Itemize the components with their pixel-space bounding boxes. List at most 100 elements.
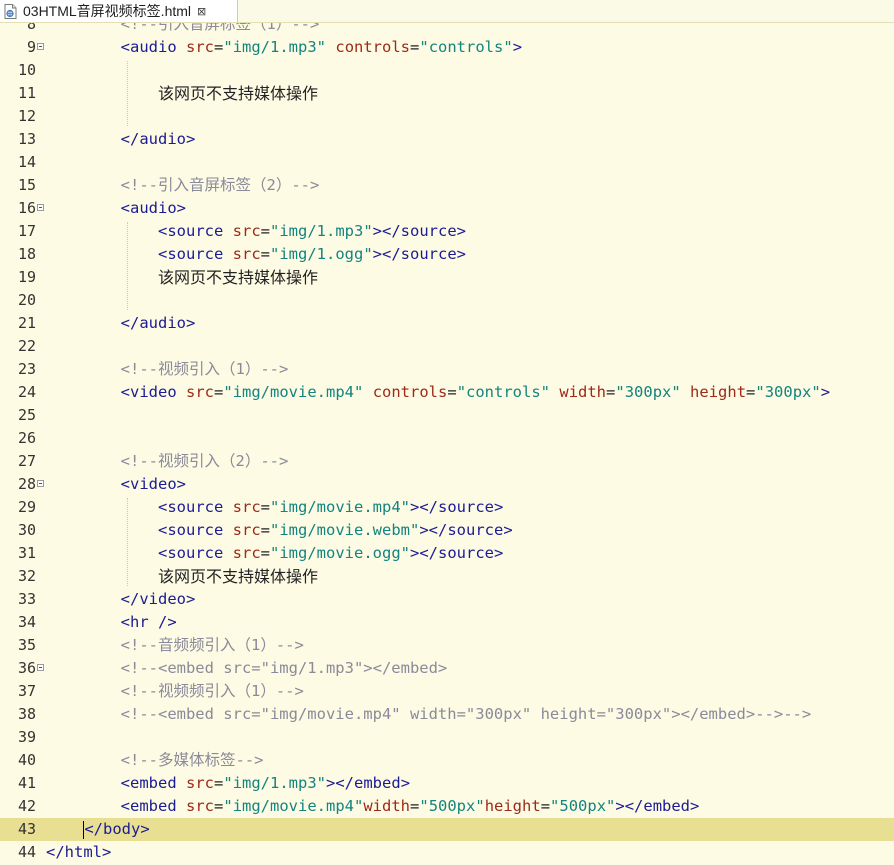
tab-title: 03HTML音屏视频标签.html	[23, 3, 192, 19]
code-line[interactable]: 23 <!--视频引入（1）-->	[0, 358, 894, 381]
line-number: 20	[17, 291, 36, 309]
line-number: 32	[17, 567, 36, 585]
code-line[interactable]: 13 </audio>	[0, 128, 894, 151]
close-icon[interactable]: ⊠	[197, 5, 206, 18]
code-line[interactable]: 36 <!--<embed src="img/1.mp3"></embed>	[0, 657, 894, 680]
code-token: =	[410, 797, 420, 815]
code-line[interactable]: 44 </html>	[0, 841, 894, 864]
code-token: </	[120, 314, 140, 332]
code-token: >	[176, 199, 187, 217]
code-line[interactable]: 25	[0, 404, 894, 427]
code-token: source	[167, 521, 224, 539]
fold-collapse-icon[interactable]	[37, 664, 44, 671]
html-file-icon	[4, 3, 17, 19]
code-line[interactable]: 15 <!--引入音屏标签（2）-->	[0, 174, 894, 197]
code-line[interactable]: 29 <source src="img/movie.mp4"></source>	[0, 496, 894, 519]
code-line[interactable]: 28 <video>	[0, 473, 894, 496]
code-token: <!--视频频引入（1）-->	[120, 682, 304, 700]
code-line[interactable]: 27 <!--视频引入（2）-->	[0, 450, 894, 473]
code-token: "img/movie.ogg"	[270, 544, 410, 562]
tab-03html-file[interactable]: 03HTML音屏视频标签.html ⊠	[0, 0, 238, 22]
code-token: source	[438, 544, 494, 562]
code-token: ></	[615, 797, 644, 815]
code-token: embed	[354, 774, 401, 792]
code-line[interactable]: 9 <audio src="img/1.mp3" controls="contr…	[0, 36, 894, 59]
code-token: <!--视频引入（2）-->	[120, 452, 289, 470]
code-lines[interactable]: 8 <!--引入音屏标签（1）--> 9 <audio src="img/1.mp…	[0, 13, 894, 864]
code-line[interactable]: 18 <source src="img/1.ogg"></source>	[0, 243, 894, 266]
code-token: ></	[326, 774, 355, 792]
code-line[interactable]: 35 <!--音频频引入（1）-->	[0, 634, 894, 657]
code-line[interactable]: 22	[0, 335, 894, 358]
code-text: 该网页不支持媒体操作	[46, 266, 318, 290]
code-token: "img/1.mp3"	[223, 774, 327, 792]
code-token: embed	[643, 797, 691, 815]
code-line[interactable]: 21 </audio>	[0, 312, 894, 335]
code-line[interactable]: 31 <source src="img/movie.ogg"></source>	[0, 542, 894, 565]
code-line[interactable]: 16 <audio>	[0, 197, 894, 220]
code-token: audio	[130, 199, 177, 217]
code-line[interactable]: 10	[0, 59, 894, 82]
code-token: =	[606, 383, 616, 401]
code-text: <!--音频频引入（1）-->	[46, 634, 304, 657]
code-token: =	[214, 774, 224, 792]
code-text: <embed src="img/1.mp3"></embed>	[46, 772, 410, 795]
code-token: <!--<embed src="img/1.mp3"></embed>	[120, 659, 448, 677]
code-line[interactable]: 14	[0, 151, 894, 174]
line-number: 19	[17, 268, 36, 286]
code-line[interactable]: 40 <!--多媒体标签-->	[0, 749, 894, 772]
code-text: <source src="img/1.ogg"></source>	[46, 243, 466, 266]
code-line[interactable]: 33 </video>	[0, 588, 894, 611]
fold-collapse-icon[interactable]	[37, 43, 44, 50]
code-line[interactable]: 11 该网页不支持媒体操作	[0, 82, 894, 105]
line-number: 10	[17, 61, 36, 79]
code-line[interactable]: 17 <source src="img/1.mp3"></source>	[0, 220, 894, 243]
fold-collapse-icon[interactable]	[37, 480, 44, 487]
code-token: <	[120, 199, 130, 217]
code-line[interactable]: 20	[0, 289, 894, 312]
code-token: <	[157, 544, 168, 562]
code-token: <!--<embed src="img/movie.mp4" width="30…	[120, 705, 812, 723]
fold-collapse-icon[interactable]	[37, 204, 44, 211]
line-number: 41	[17, 774, 36, 792]
line-number: 33	[17, 590, 36, 608]
code-line[interactable]: 34 <hr />	[0, 611, 894, 634]
code-line[interactable]: 26	[0, 427, 894, 450]
code-text: <!--多媒体标签-->	[46, 749, 264, 772]
code-line[interactable]: 30 <source src="img/movie.webm"></source…	[0, 519, 894, 542]
code-token: "controls"	[419, 38, 513, 56]
code-token: html	[64, 843, 102, 861]
code-text: <source src="img/movie.webm"></source>	[46, 519, 513, 542]
code-token: "500px"	[550, 797, 616, 815]
code-token: source	[438, 498, 494, 516]
code-token: source	[167, 498, 224, 516]
code-line[interactable]: 38 <!--<embed src="img/movie.mp4" width=…	[0, 703, 894, 726]
code-line[interactable]: 37 <!--视频频引入（1）-->	[0, 680, 894, 703]
code-token: video	[139, 590, 186, 608]
code-line[interactable]: 12	[0, 105, 894, 128]
code-token: src	[186, 38, 215, 56]
code-token: "img/movie.mp4"	[223, 383, 364, 401]
code-line[interactable]: 24 <video src="img/movie.mp4" controls="…	[0, 381, 894, 404]
code-line[interactable]: 19 该网页不支持媒体操作	[0, 266, 894, 289]
code-line[interactable]: 43 </body>	[0, 818, 894, 841]
code-line[interactable]: 41 <embed src="img/1.mp3"></embed>	[0, 772, 894, 795]
line-number: 15	[17, 176, 36, 194]
code-token: controls	[372, 383, 448, 401]
code-token: body	[103, 820, 141, 838]
code-line[interactable]: 39	[0, 726, 894, 749]
code-line[interactable]: 32 该网页不支持媒体操作	[0, 565, 894, 588]
code-line[interactable]: 42 <embed src="img/movie.mp4"width="500p…	[0, 795, 894, 818]
code-editor[interactable]: 8 <!--引入音屏标签（1）--> 9 <audio src="img/1.mp…	[0, 0, 894, 865]
code-token: >	[186, 314, 196, 332]
code-token: video	[130, 383, 177, 401]
